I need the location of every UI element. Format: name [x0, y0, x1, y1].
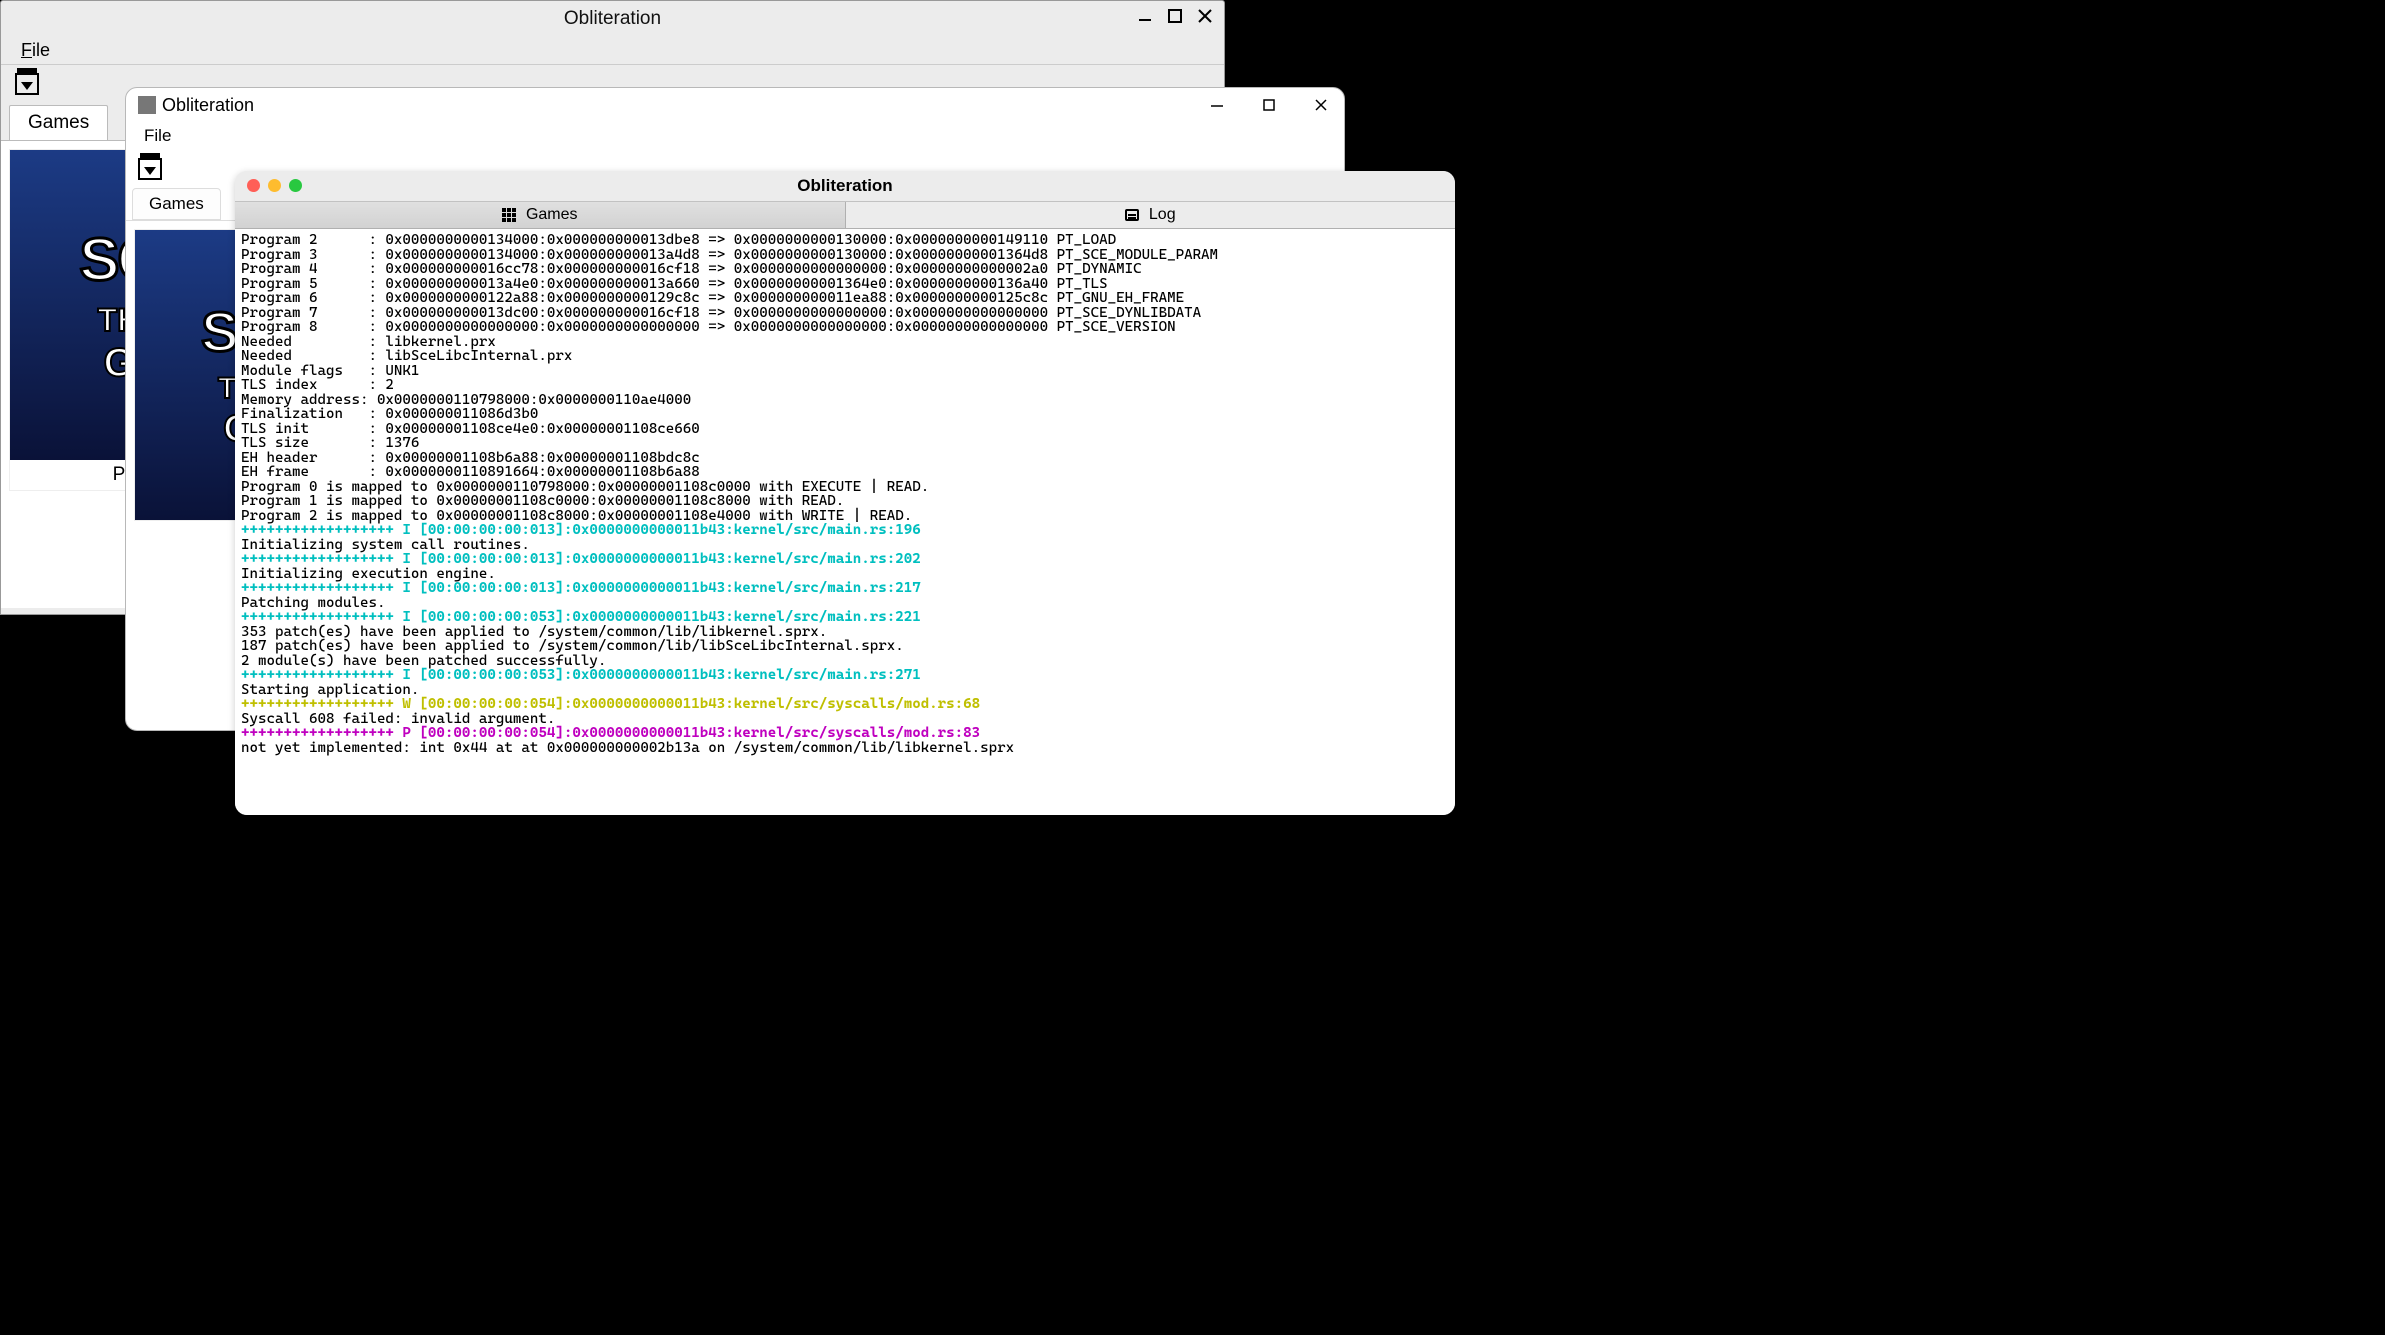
log-line: Program 2 : 0x0000000000134000:0x0000000…	[241, 233, 1449, 248]
import-icon[interactable]	[15, 73, 39, 95]
tab-games[interactable]: Games	[132, 188, 221, 220]
close-button[interactable]	[247, 179, 260, 192]
log-line: Starting application.	[241, 683, 1449, 698]
log-line: Program 7 : 0x000000000013dc00:0x0000000…	[241, 306, 1449, 321]
log-line: Program 3 : 0x0000000000134000:0x0000000…	[241, 248, 1449, 263]
app-icon	[138, 96, 156, 114]
log-line: Initializing system call routines.	[241, 538, 1449, 553]
log-line: Syscall 608 failed: invalid argument.	[241, 712, 1449, 727]
log-line: Program 4 : 0x000000000016cc78:0x0000000…	[241, 262, 1449, 277]
minimize-button[interactable]	[268, 179, 281, 192]
menubar: File	[126, 122, 1344, 150]
window-title: Obliteration	[564, 8, 661, 30]
log-line: Needed : libSceLibcInternal.prx	[241, 349, 1449, 364]
log-line: TLS index : 2	[241, 378, 1449, 393]
window-obliteration-3: Obliteration Games Log Program 2 : 0x000…	[235, 171, 1455, 815]
log-line: 187 patch(es) have been applied to /syst…	[241, 639, 1449, 654]
titlebar[interactable]: Obliteration	[235, 171, 1455, 201]
log-line: Patching modules.	[241, 596, 1449, 611]
log-line: ++++++++++++++++++ P [00:00:00:00:054]:0…	[241, 726, 1449, 741]
titlebar[interactable]: Obliteration	[1, 1, 1224, 37]
log-line: ++++++++++++++++++ W [00:00:00:00:054]:0…	[241, 697, 1449, 712]
log-line: Program 2 is mapped to 0x00000001108c800…	[241, 509, 1449, 524]
log-line: TLS size : 1376	[241, 436, 1449, 451]
menu-file[interactable]: File	[138, 124, 177, 147]
tabstrip: Games Log	[235, 201, 1455, 229]
log-line: EH header : 0x00000001108b6a88:0x0000000…	[241, 451, 1449, 466]
log-line: Needed : libkernel.prx	[241, 335, 1449, 350]
minimize-button[interactable]	[1202, 92, 1232, 118]
log-line: ++++++++++++++++++ I [00:00:00:00:053]:0…	[241, 610, 1449, 625]
log-line: Memory address: 0x0000000110798000:0x000…	[241, 393, 1449, 408]
log-panel[interactable]: Program 2 : 0x0000000000134000:0x0000000…	[235, 229, 1455, 815]
tab-log[interactable]: Log	[846, 202, 1456, 228]
maximize-button[interactable]	[1254, 92, 1284, 118]
tab-games[interactable]: Games	[9, 105, 108, 141]
grid-icon	[502, 208, 516, 222]
zoom-button[interactable]	[289, 179, 302, 192]
log-line: ++++++++++++++++++ I [00:00:00:00:013]:0…	[241, 552, 1449, 567]
log-line: ++++++++++++++++++ I [00:00:00:00:053]:0…	[241, 668, 1449, 683]
import-icon[interactable]	[138, 158, 162, 180]
maximize-button[interactable]	[1162, 5, 1188, 27]
log-line: ++++++++++++++++++ I [00:00:00:00:013]:0…	[241, 581, 1449, 596]
log-line: 353 patch(es) have been applied to /syst…	[241, 625, 1449, 640]
window-title: Obliteration	[162, 95, 254, 116]
close-button[interactable]	[1192, 5, 1218, 27]
window-title: Obliteration	[797, 176, 892, 196]
log-line: Initializing execution engine.	[241, 567, 1449, 582]
menubar: File	[1, 37, 1224, 65]
log-line: Finalization : 0x000000011086d3b0	[241, 407, 1449, 422]
log-line: Program 5 : 0x000000000013a4e0:0x0000000…	[241, 277, 1449, 292]
log-line: Program 0 is mapped to 0x000000011079800…	[241, 480, 1449, 495]
log-line: Module flags : UNK1	[241, 364, 1449, 379]
log-icon	[1125, 209, 1139, 221]
menu-file[interactable]: File	[15, 38, 56, 63]
log-line: Program 1 is mapped to 0x00000001108c000…	[241, 494, 1449, 509]
tab-games[interactable]: Games	[235, 202, 846, 228]
close-button[interactable]	[1306, 92, 1336, 118]
log-line: EH frame : 0x0000000110891664:0x00000001…	[241, 465, 1449, 480]
minimize-button[interactable]	[1132, 5, 1158, 27]
log-line: TLS init : 0x00000001108ce4e0:0x00000001…	[241, 422, 1449, 437]
log-line: Program 6 : 0x0000000000122a88:0x0000000…	[241, 291, 1449, 306]
log-line: Program 8 : 0x0000000000000000:0x0000000…	[241, 320, 1449, 335]
log-line: not yet implemented: int 0x44 at at 0x00…	[241, 741, 1449, 756]
titlebar[interactable]: Obliteration	[126, 88, 1344, 122]
log-line: ++++++++++++++++++ I [00:00:00:00:013]:0…	[241, 523, 1449, 538]
log-line: 2 module(s) have been patched successful…	[241, 654, 1449, 669]
